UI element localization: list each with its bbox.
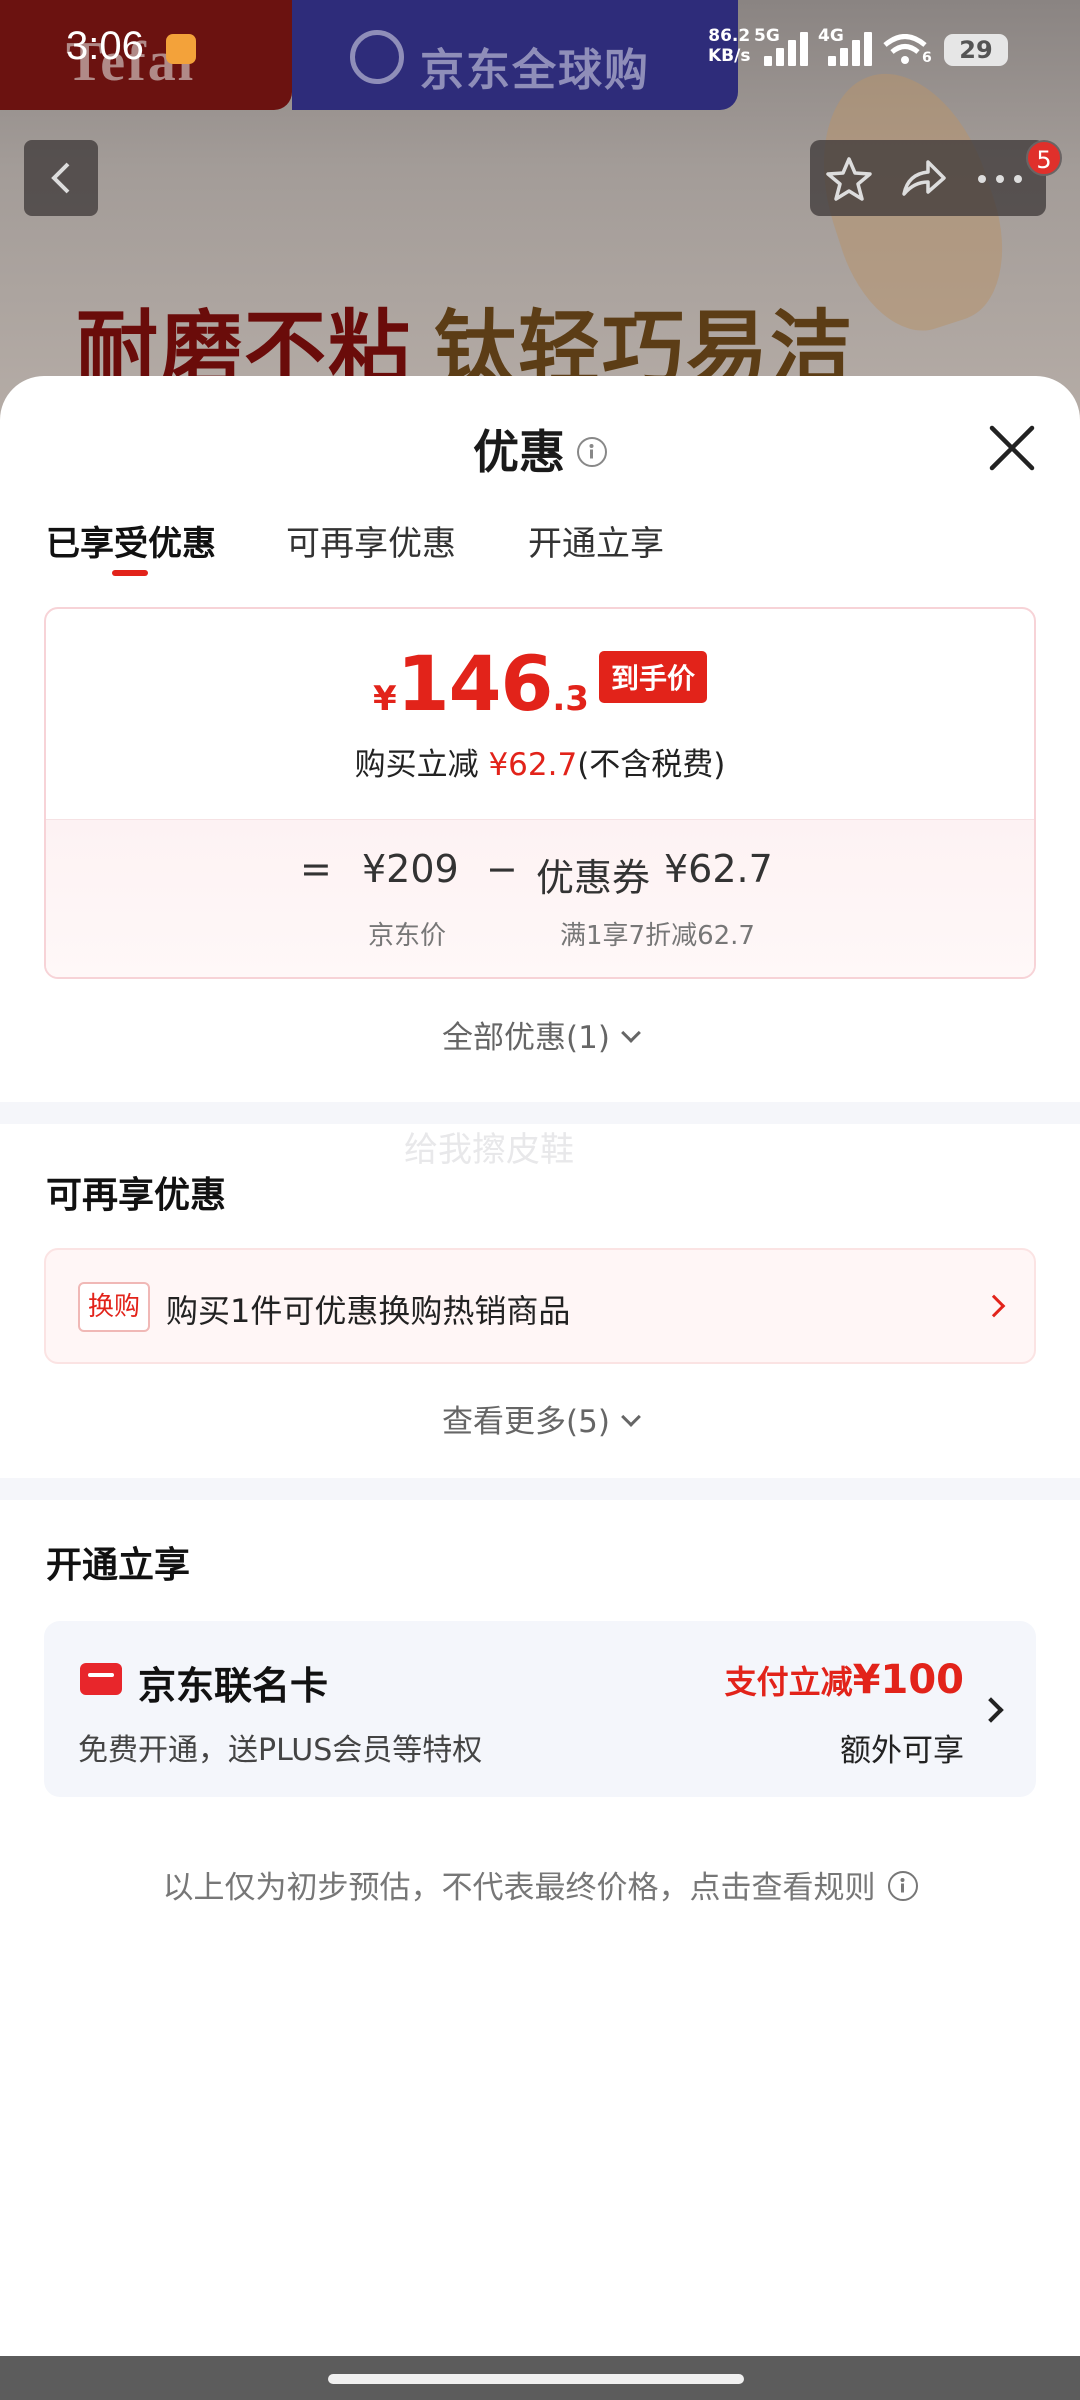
final-price: ¥146.3到手价 <box>46 639 1034 728</box>
status-time: 3:06 <box>66 24 144 68</box>
card-title: 京东联名卡 <box>138 1664 329 1708</box>
net-speed-value: 86.2 <box>708 26 751 46</box>
co-branded-card-offer[interactable]: 京东联名卡 免费开通，送PLUS会员等特权 支付立减¥100 额外可享 <box>44 1621 1036 1797</box>
trade-in-promo-row[interactable]: 换购 购买1件可优惠换购热销商品 <box>44 1248 1036 1364</box>
chevron-right-icon <box>982 1294 1006 1318</box>
tab-open-now[interactable]: 开通立享 <box>528 516 664 565</box>
card-discount: 支付立减¥100 <box>725 1657 964 1703</box>
final-price-dec: .3 <box>552 679 589 719</box>
section-divider <box>0 1478 1080 1500</box>
home-gesture-handle[interactable] <box>328 2374 744 2384</box>
discount-sheet: 优惠 已享受优惠 可再享优惠 开通立享 ¥146.3到手价 购买立减 ¥62.7… <box>0 376 1080 2356</box>
network-speed: 86.2 KB/s <box>708 26 750 66</box>
close-icon[interactable] <box>984 420 1040 476</box>
final-price-tag: 到手价 <box>598 651 707 703</box>
discount-amount: ¥62.7 <box>488 747 578 783</box>
message-notification-icon <box>166 34 196 64</box>
chevron-right-icon <box>978 1697 1004 1723</box>
chevron-down-icon <box>621 1407 641 1427</box>
base-price-label: 京东价 <box>368 921 447 951</box>
credit-card-icon <box>80 1663 122 1695</box>
price-card: ¥146.3到手价 购买立减 ¥62.7(不含税费) = ¥209 − 优惠券 … <box>44 607 1036 979</box>
back-button[interactable] <box>24 140 98 216</box>
formula-base-price: ¥209 <box>362 847 459 891</box>
formula-equals: = <box>300 847 332 891</box>
formula-coupon-label: 优惠券 <box>536 856 651 900</box>
sheet-title: 优惠 <box>473 425 565 479</box>
section-divider <box>0 1102 1080 1124</box>
currency-symbol: ¥ <box>373 679 397 719</box>
top-action-group <box>810 140 1046 216</box>
discount-summary: 购买立减 ¥62.7(不含税费) <box>46 739 1034 784</box>
info-icon[interactable] <box>577 436 607 467</box>
disclaimer-text: 以上仅为初步预估，不代表最终价格，点击查看规则 <box>162 1870 876 1906</box>
tab-more-available[interactable]: 可再享优惠 <box>286 516 456 565</box>
tab-enjoyed[interactable]: 已享受优惠 <box>46 516 216 565</box>
message-count-badge: 5 <box>1026 140 1062 176</box>
section-title-more: 可再享优惠 <box>46 1175 227 1216</box>
chevron-left-icon <box>51 162 70 194</box>
promo-tag: 换购 <box>78 1282 150 1332</box>
section-title-open: 开通立享 <box>46 1545 191 1586</box>
share-icon[interactable] <box>898 154 948 204</box>
system-nav-bar <box>0 2356 1080 2400</box>
star-favorite-icon[interactable] <box>824 154 874 204</box>
chevron-down-icon <box>621 1023 641 1043</box>
discount-tabs: 已享受优惠 可再享优惠 开通立享 <box>0 516 1080 586</box>
final-price-int: 146 <box>396 639 554 728</box>
status-bar: 3:06 86.2 KB/s 5G 4G 6 29 <box>0 0 1080 100</box>
card-extra-label: 额外可享 <box>840 1733 964 1769</box>
card-discount-amount: ¥100 <box>852 1657 964 1703</box>
all-discounts-toggle[interactable]: 全部优惠(1) <box>0 1012 1080 1057</box>
see-more-label: 查看更多(5) <box>442 1404 610 1440</box>
all-discounts-label: 全部优惠(1) <box>442 1020 610 1056</box>
formula-coupon-amount: ¥62.7 <box>664 847 773 891</box>
watermark-text: 给我擦皮鞋 <box>404 1130 574 1170</box>
info-icon <box>887 1870 918 1901</box>
discount-prefix: 购买立减 <box>354 747 479 783</box>
formula-minus: − <box>486 847 518 891</box>
more-icon[interactable] <box>972 154 1028 204</box>
tab-active-indicator <box>112 570 148 576</box>
net-speed-unit: KB/s <box>708 46 751 66</box>
coupon-desc: 满1享7折减62.7 <box>560 921 755 951</box>
sheet-title-wrap: 优惠 <box>0 416 1080 482</box>
signal-4g-icon <box>828 30 874 66</box>
card-discount-prefix: 支付立减 <box>724 1663 853 1701</box>
card-subtitle: 免费开通，送PLUS会员等特权 <box>78 1733 483 1768</box>
signal-5g-icon <box>764 30 810 66</box>
disclaimer[interactable]: 以上仅为初步预估，不代表最终价格，点击查看规则 <box>0 1862 1080 1907</box>
wifi-sub-label: 6 <box>922 50 932 66</box>
battery-indicator: 29 <box>944 34 1008 66</box>
discount-suffix: (不含税费) <box>577 747 726 783</box>
see-more-toggle[interactable]: 查看更多(5) <box>0 1396 1080 1441</box>
promo-text: 购买1件可优惠换购热销商品 <box>166 1292 571 1330</box>
price-formula: = ¥209 − 优惠券 ¥62.7 <box>46 847 1034 900</box>
